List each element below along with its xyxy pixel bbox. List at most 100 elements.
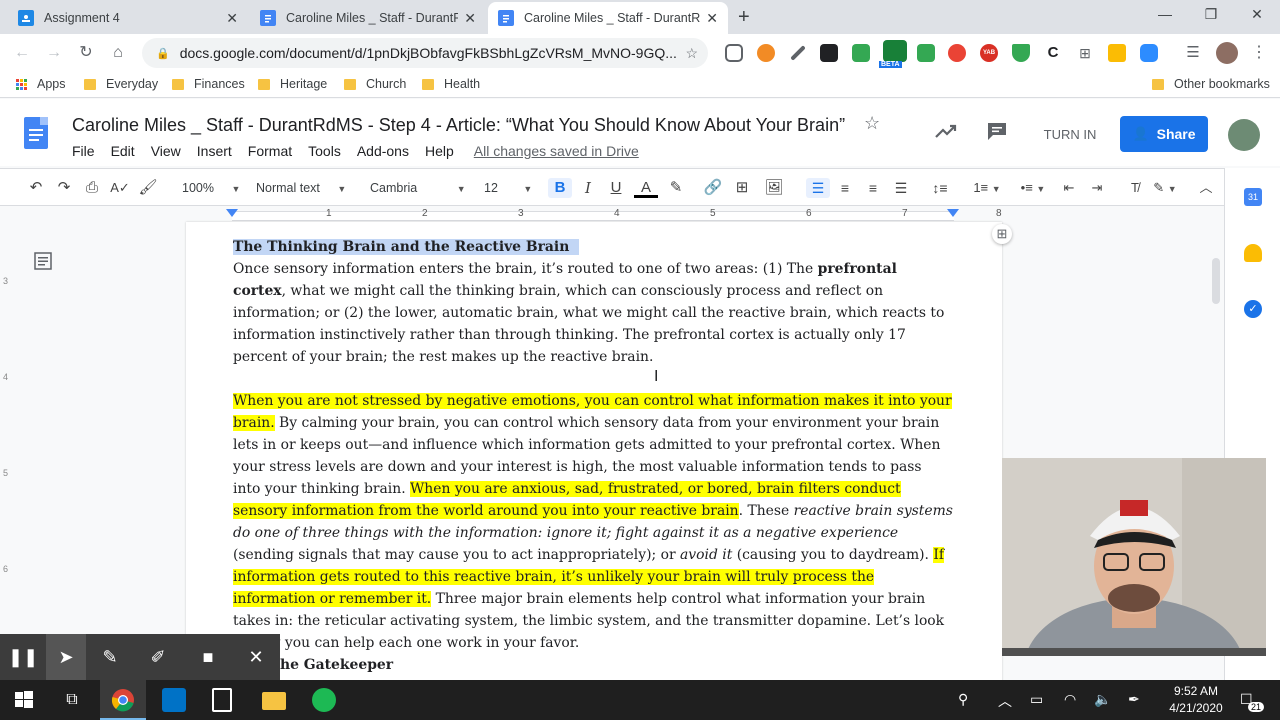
windows-start-icon[interactable] [12, 688, 36, 712]
menu-insert[interactable]: Insert [197, 143, 232, 159]
extension-icon[interactable] [757, 44, 775, 62]
bookmark-church[interactable]: Church [344, 77, 406, 91]
insert-image-icon[interactable]: 🖼 [760, 178, 788, 198]
bookmark-other[interactable]: Other bookmarks [1152, 77, 1270, 91]
print-icon[interactable]: ⎙ [82, 178, 102, 198]
menu-file[interactable]: File [72, 143, 95, 159]
document-outline-icon[interactable] [34, 252, 52, 270]
close-icon[interactable]: ✕ [226, 10, 238, 27]
back-arrow-icon[interactable]: ← [12, 43, 32, 63]
scrollbar-thumb[interactable] [1212, 258, 1220, 304]
menu-addons[interactable]: Add-ons [357, 143, 409, 159]
calculator-icon[interactable] [212, 688, 232, 712]
right-indent-marker[interactable] [947, 209, 959, 217]
bookmark-heritage[interactable]: Heritage [258, 77, 327, 91]
line-spacing-icon[interactable]: ↕≡ [928, 178, 952, 198]
menu-edit[interactable]: Edit [111, 143, 135, 159]
taskbar-chrome[interactable] [100, 680, 146, 720]
save-status[interactable]: All changes saved in Drive [474, 143, 639, 159]
bookmark-apps[interactable]: Apps [16, 77, 66, 91]
paint-format-icon[interactable]: 🖌 [138, 178, 158, 198]
tab-assignment-4[interactable]: Assignment 4 ✕ [8, 2, 248, 34]
decrease-indent-icon[interactable]: ⇤ [1058, 178, 1080, 198]
outlook-icon[interactable] [162, 688, 186, 712]
keep-icon[interactable] [1244, 244, 1262, 262]
wifi-icon[interactable]: ◠ [1064, 691, 1076, 708]
reading-list-icon[interactable]: ☰ [1184, 44, 1202, 62]
system-clock[interactable]: 9:52 AM 4/21/2020 [1160, 683, 1232, 717]
window-close-button[interactable]: ✕ [1234, 6, 1280, 23]
menu-view[interactable]: View [151, 143, 181, 159]
tab-doc-active[interactable]: Caroline Miles _ Staff - DurantRd ✕ [488, 2, 728, 34]
activity-trend-icon[interactable] [934, 121, 958, 141]
grid-icon[interactable]: ⊞ [1076, 44, 1094, 62]
extension-icon[interactable] [883, 40, 907, 62]
calendar-icon[interactable]: 31 [1244, 188, 1262, 206]
collapse-chevron-icon[interactable]: ︿ [1196, 178, 1216, 198]
menu-help[interactable]: Help [425, 143, 454, 159]
pen-workspace-icon[interactable]: ✒ [1128, 691, 1140, 708]
home-icon[interactable]: ⌂ [108, 43, 128, 63]
redo-icon[interactable]: ↷ [54, 178, 74, 198]
battery-icon[interactable]: ▭ [1030, 691, 1043, 708]
task-view-icon[interactable]: ⧉ [60, 688, 84, 712]
extension-icon[interactable] [852, 44, 870, 62]
bold-button[interactable]: B [548, 178, 572, 198]
camera-icon[interactable]: ■ [196, 646, 220, 668]
add-comment-icon[interactable]: ⊞ [992, 224, 1012, 244]
close-icon[interactable]: ✕ [706, 10, 718, 27]
restore-button[interactable]: ❐ [1188, 6, 1234, 23]
bookmark-health[interactable]: Health [422, 77, 480, 91]
link-icon[interactable]: 🔗 [702, 178, 724, 198]
forward-arrow-icon[interactable]: → [44, 43, 64, 63]
font-select[interactable]: Cambria ▼ [370, 178, 466, 198]
new-tab-button[interactable]: + [738, 6, 750, 29]
profile-avatar[interactable] [1216, 42, 1238, 64]
align-center-icon[interactable]: ≡ [834, 178, 856, 198]
left-indent-marker[interactable] [226, 209, 238, 217]
pointer-tool-button[interactable]: ➤ [46, 634, 86, 680]
tasks-icon[interactable]: ✓ [1244, 300, 1262, 318]
bookmark-star-icon[interactable]: ☆ [685, 45, 698, 62]
bookmark-everyday[interactable]: Everyday [84, 77, 158, 91]
show-hidden-icons[interactable]: ︿ [998, 691, 1012, 711]
account-avatar[interactable] [1228, 119, 1260, 151]
extension-icon[interactable] [948, 44, 966, 62]
thumbs-up-icon[interactable] [1108, 44, 1126, 62]
eyedropper-icon[interactable] [790, 45, 806, 61]
clear-formatting-icon[interactable]: T̸ [1124, 178, 1146, 198]
reload-icon[interactable]: ↻ [76, 43, 96, 63]
document-page[interactable]: The Thinking Brain and the Reactive Brai… [186, 222, 1012, 682]
underline-button[interactable]: U [606, 178, 626, 198]
shield-icon[interactable] [1012, 44, 1030, 62]
align-justify-icon[interactable]: ☰ [890, 178, 912, 198]
more-menu-icon[interactable]: ⋮ [1250, 44, 1268, 62]
numbered-list-icon[interactable]: 1≡ ▼ [968, 178, 1006, 198]
highlight-pen-icon[interactable]: ✎ [666, 178, 686, 198]
font-size-select[interactable]: 12 ▼ [484, 178, 532, 198]
text-color-button[interactable]: A [634, 178, 658, 198]
increase-indent-icon[interactable]: ⇥ [1086, 178, 1108, 198]
menu-format[interactable]: Format [248, 143, 292, 159]
star-icon[interactable]: ☆ [864, 113, 880, 134]
layers-icon[interactable] [820, 44, 838, 62]
pen-icon[interactable]: ✎ [98, 646, 122, 668]
turn-in-button[interactable]: TURN IN [1032, 117, 1108, 151]
spotify-icon[interactable] [312, 688, 336, 712]
comments-icon[interactable] [986, 121, 1008, 141]
extension-icon[interactable] [917, 44, 935, 62]
minimize-button[interactable]: — [1142, 6, 1188, 22]
bookmark-finances[interactable]: Finances [172, 77, 245, 91]
volume-icon[interactable]: 🔈 [1094, 691, 1111, 708]
close-icon[interactable]: ✕ [464, 10, 476, 27]
zoom-icon[interactable] [1140, 44, 1158, 62]
align-right-icon[interactable]: ≡ [862, 178, 884, 198]
address-bar[interactable]: 🔒 docs.google.com/document/d/1pnDkjBObfa… [142, 38, 708, 68]
undo-icon[interactable]: ↶ [26, 178, 46, 198]
highlighter-icon[interactable]: ✐ [146, 646, 170, 668]
pocket-icon[interactable] [725, 44, 743, 62]
file-explorer-icon[interactable] [262, 692, 286, 710]
zoom-select[interactable]: 100% ▼ [182, 178, 240, 198]
editing-mode-icon[interactable]: ✎ ▼ [1148, 178, 1182, 198]
bulleted-list-icon[interactable]: •≡ ▼ [1014, 178, 1052, 198]
